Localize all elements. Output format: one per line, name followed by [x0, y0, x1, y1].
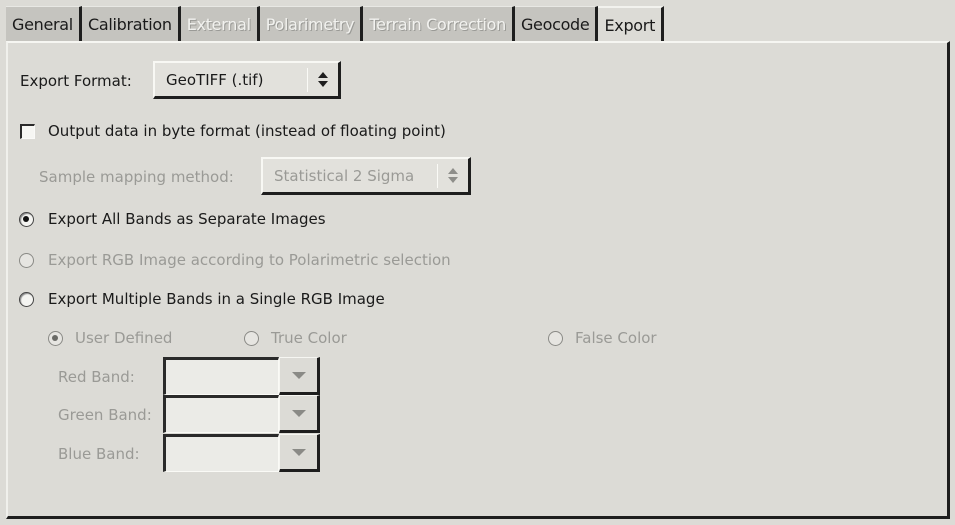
byte-format-checkbox[interactable] [20, 124, 35, 139]
blue-band-field [163, 434, 279, 472]
red-band-select [163, 357, 320, 395]
user-defined-radio [48, 331, 63, 346]
byte-format-label[interactable]: Output data in byte format (instead of f… [48, 122, 446, 140]
user-defined-label: User Defined [75, 329, 173, 347]
true-color-radio [244, 331, 259, 346]
combo-separator [307, 67, 308, 92]
red-band-dropdown-button [279, 357, 320, 395]
tab-bar: General Calibration External Polarimetry… [6, 6, 665, 43]
red-band-field [163, 357, 279, 395]
export-format-value: GeoTIFF (.tif) [166, 70, 264, 89]
sample-mapping-label: Sample mapping method: [39, 168, 234, 186]
tab-external: External [180, 6, 260, 42]
tab-calibration[interactable]: Calibration [81, 6, 181, 42]
blue-band-label: Blue Band: [58, 445, 140, 463]
green-band-label: Green Band: [58, 406, 152, 424]
export-format-select[interactable]: GeoTIFF (.tif) [153, 61, 341, 99]
chevron-down-icon [291, 448, 306, 456]
tab-general[interactable]: General [6, 6, 82, 42]
false-color-label: False Color [575, 329, 657, 347]
export-format-label: Export Format: [20, 72, 132, 90]
spinner-arrows-icon[interactable] [314, 72, 332, 87]
export-rgb-polarimetric-radio [19, 253, 34, 268]
export-panel [6, 41, 950, 519]
blue-band-dropdown-button [279, 434, 320, 472]
spinner-arrows-icon [444, 168, 462, 183]
tab-geocode[interactable]: Geocode [514, 6, 599, 42]
export-multiple-bands-label[interactable]: Export Multiple Bands in a Single RGB Im… [48, 290, 385, 308]
tab-terrain-correction: Terrain Correction [363, 6, 515, 42]
tab-export[interactable]: Export [598, 6, 665, 43]
green-band-dropdown-button [279, 395, 320, 433]
red-band-label: Red Band: [58, 368, 135, 386]
export-all-bands-label[interactable]: Export All Bands as Separate Images [48, 210, 326, 228]
sample-mapping-select: Statistical 2 Sigma [261, 157, 471, 195]
chevron-down-icon [291, 371, 306, 379]
green-band-field [163, 395, 279, 433]
blue-band-select [163, 434, 320, 472]
export-rgb-polarimetric-label: Export RGB Image according to Polarimetr… [48, 251, 451, 269]
export-all-bands-radio[interactable] [19, 212, 34, 227]
chevron-down-icon [291, 409, 306, 417]
export-multiple-bands-radio[interactable] [19, 292, 34, 307]
false-color-radio [548, 331, 563, 346]
true-color-label: True Color [271, 329, 347, 347]
tab-polarimetry: Polarimetry [259, 6, 364, 42]
green-band-select [163, 395, 320, 433]
combo-separator [437, 163, 438, 188]
sample-mapping-value: Statistical 2 Sigma [274, 166, 415, 185]
